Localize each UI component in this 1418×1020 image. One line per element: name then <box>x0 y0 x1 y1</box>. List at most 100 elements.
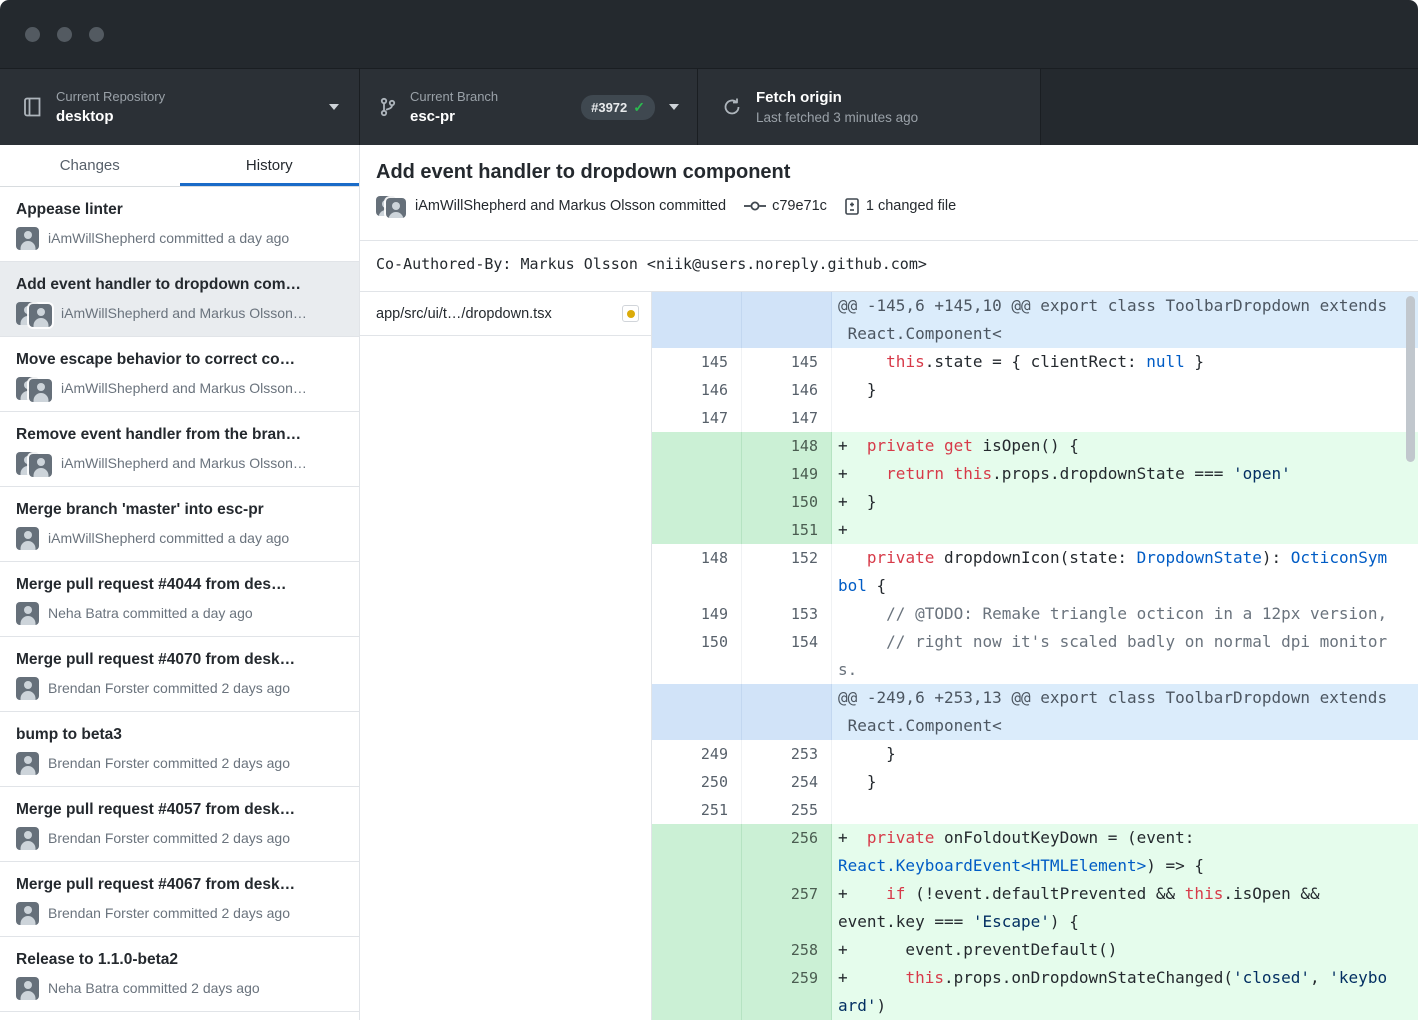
commit-list-item[interactable]: Merge pull request #4052 from… <box>0 1012 359 1020</box>
diff-row-context: 250254 } <box>652 768 1418 796</box>
diff-code-line: } <box>832 376 1418 404</box>
diff-row-hunk: @@ -249,6 +253,13 @@ export class Toolba… <box>652 684 1418 740</box>
diff-code-line: this.state = { clientRect: null } <box>832 348 1418 376</box>
pr-status-badge[interactable]: #3972 ✓ <box>581 95 655 120</box>
close-button[interactable] <box>25 27 40 42</box>
changed-file-row[interactable]: app/src/ui/t…/dropdown.tsx <box>360 292 651 336</box>
commit-item-meta: Neha Batra committed a day ago <box>16 601 343 625</box>
diff-row-added: 148+ private get isOpen() { <box>652 432 1418 460</box>
commit-item-title: Merge pull request #4067 from desk… <box>16 875 343 894</box>
diff-viewer: @@ -145,6 +145,10 @@ export class Toolba… <box>652 292 1418 1020</box>
diff-new-line-number: 145 <box>742 348 832 376</box>
diff-new-line-number: 150 <box>742 488 832 516</box>
repository-switcher[interactable]: Current Repository desktop <box>0 69 360 145</box>
commit-list-item[interactable]: Remove event handler from the bran…iAmWi… <box>0 412 359 487</box>
avatar <box>16 302 52 325</box>
diff-area: app/src/ui/t…/dropdown.tsx @@ -145,6 +14… <box>360 292 1418 1020</box>
commit-list-item[interactable]: Merge pull request #4044 from des…Neha B… <box>0 562 359 637</box>
avatar <box>16 827 39 850</box>
tab-changes[interactable]: Changes <box>0 145 180 186</box>
diff-new-line-number: 153 <box>742 600 832 628</box>
git-branch-icon <box>380 97 396 117</box>
commit-item-meta: iAmWillShepherd committed a day ago <box>16 526 343 550</box>
commit-list-item[interactable]: bump to beta3 Brendan Forster committed 2… <box>0 712 359 787</box>
avatar <box>16 602 39 625</box>
diff-old-line-number <box>652 516 742 544</box>
avatar <box>386 198 406 218</box>
diff-new-line-number <box>742 684 832 740</box>
changed-files-panel: app/src/ui/t…/dropdown.tsx <box>360 292 652 1020</box>
tab-history[interactable]: History <box>180 145 360 186</box>
commit-item-meta: Brendan Forster committed 2 days ago <box>16 751 343 775</box>
diff-code-line: + private get isOpen() { <box>832 432 1418 460</box>
commit-item-title: Merge pull request #4070 from desk… <box>16 650 343 669</box>
diff-old-line-number <box>652 684 742 740</box>
main-panel: Add event handler to dropdown component … <box>360 145 1418 1020</box>
commit-item-meta-text: Brendan Forster committed 2 days ago <box>48 830 290 846</box>
commit-item-meta-text: Neha Batra committed a day ago <box>48 605 253 621</box>
diff-code-line: + if (!event.defaultPrevented && this.is… <box>832 880 1418 936</box>
zoom-button[interactable] <box>89 27 104 42</box>
file-diff-icon <box>845 198 859 215</box>
diff-code-line: @@ -145,6 +145,10 @@ export class Toolba… <box>832 292 1418 348</box>
diff-new-line-number: 257 <box>742 880 832 936</box>
minimize-button[interactable] <box>57 27 72 42</box>
commit-list-item[interactable]: Release to 1.1.0-beta2 Neha Batra committ… <box>0 937 359 1012</box>
chevron-down-icon <box>329 104 339 110</box>
commit-list-item[interactable]: Move escape behavior to correct co…iAmWi… <box>0 337 359 412</box>
avatar <box>16 677 39 700</box>
git-commit-icon <box>744 199 766 213</box>
avatar <box>16 227 39 250</box>
commit-item-meta: Brendan Forster committed 2 days ago <box>16 901 343 925</box>
fetch-text: Fetch origin Last fetched 3 minutes ago <box>756 89 918 126</box>
commit-item-title: Appease linter <box>16 200 343 219</box>
commit-list-item[interactable]: Merge pull request #4057 from desk…Brend… <box>0 787 359 862</box>
diff-old-line-number <box>652 488 742 516</box>
commit-list-item[interactable]: Merge branch 'master' into esc-priAmWill… <box>0 487 359 562</box>
diff-code-line: // @TODO: Remake triangle octicon in a 1… <box>832 600 1418 628</box>
diff-scrollbar-thumb[interactable] <box>1406 296 1415 462</box>
diff-code-line: + <box>832 516 1418 544</box>
diff-code-line: + this.props.onDropdownStateChanged('clo… <box>832 964 1418 1020</box>
diff-old-line-number: 250 <box>652 768 742 796</box>
commit-item-meta: Brendan Forster committed 2 days ago <box>16 826 343 850</box>
diff-old-line-number: 150 <box>652 628 742 684</box>
commit-list-item[interactable]: Merge pull request #4070 from desk…Brend… <box>0 637 359 712</box>
repository-switcher-text: Current Repository desktop <box>56 89 165 126</box>
commit-item-meta-text: iAmWillShepherd committed a day ago <box>48 530 289 546</box>
diff-rows: @@ -145,6 +145,10 @@ export class Toolba… <box>652 292 1418 1020</box>
diff-old-line-number: 149 <box>652 600 742 628</box>
commit-list-item[interactable]: Merge pull request #4067 from desk… Brend… <box>0 862 359 937</box>
avatar <box>16 977 39 1000</box>
diff-old-line-number: 147 <box>652 404 742 432</box>
commit-list-item[interactable]: Appease linteriAmWillShepherd committed … <box>0 187 359 262</box>
commit-item-title: bump to beta3 <box>16 725 343 744</box>
commit-sha-group: c79e71c <box>744 198 827 214</box>
chevron-down-icon <box>669 104 679 110</box>
repository-name: desktop <box>56 107 165 126</box>
diff-new-line-number: 254 <box>742 768 832 796</box>
diff-row-context: 147147 <box>652 404 1418 432</box>
diff-row-hunk: @@ -145,6 +145,10 @@ export class Toolba… <box>652 292 1418 348</box>
diff-old-line-number: 146 <box>652 376 742 404</box>
diff-old-line-number: 251 <box>652 796 742 824</box>
avatar <box>16 827 39 850</box>
commit-item-meta-text: Neha Batra committed 2 days ago <box>48 980 260 996</box>
avatar <box>29 304 52 327</box>
diff-old-line-number: 148 <box>652 544 742 600</box>
committer-avatars <box>376 196 406 216</box>
diff-row-context: 145145 this.state = { clientRect: null } <box>652 348 1418 376</box>
avatar <box>16 602 39 625</box>
avatar <box>16 752 39 775</box>
commit-item-title: Release to 1.1.0-beta2 <box>16 950 343 969</box>
branch-switcher[interactable]: Current Branch esc-pr #3972 ✓ <box>360 69 698 145</box>
diff-row-context: 146146 } <box>652 376 1418 404</box>
diff-old-line-number: 249 <box>652 740 742 768</box>
diff-old-line-number <box>652 936 742 964</box>
commit-byline: iAmWillShepherd and Markus Olsson commit… <box>376 196 1398 216</box>
commit-list-item[interactable]: Add event handler to dropdown com…iAmWil… <box>0 262 359 337</box>
diff-row-added: 151+ <box>652 516 1418 544</box>
branch-switcher-text: Current Branch esc-pr <box>410 89 498 126</box>
fetch-origin-button[interactable]: Fetch origin Last fetched 3 minutes ago <box>698 69 1041 145</box>
diff-new-line-number: 151 <box>742 516 832 544</box>
